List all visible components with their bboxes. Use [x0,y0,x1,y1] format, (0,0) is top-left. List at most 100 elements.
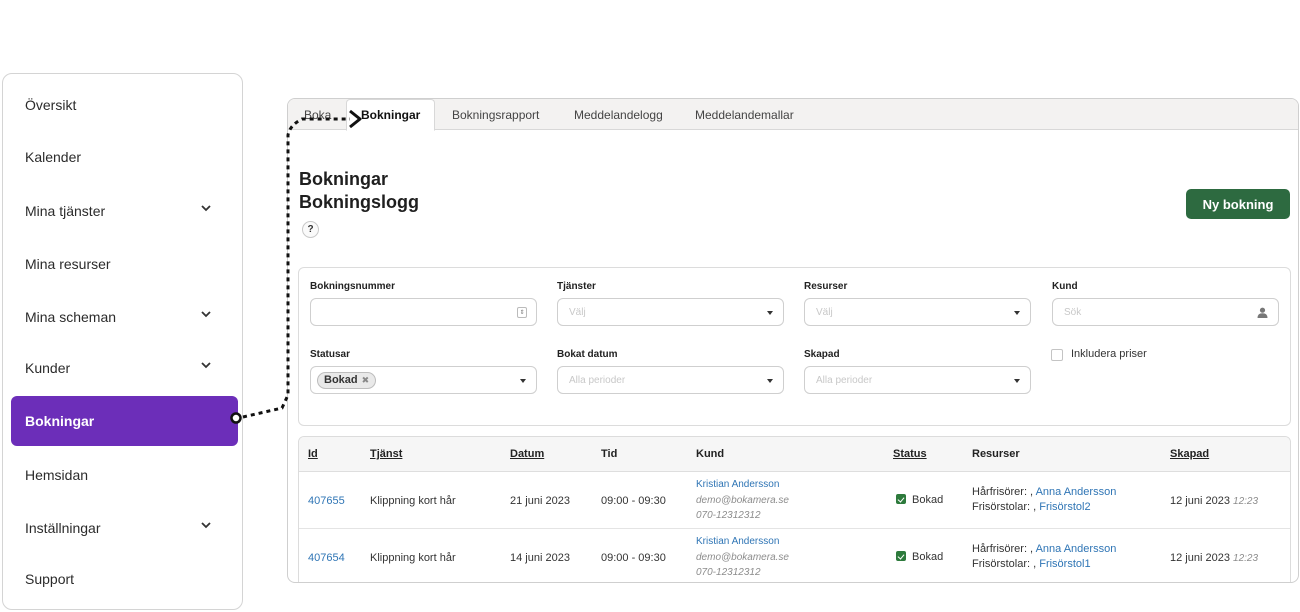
sidebar-item-bokningar[interactable]: Bokningar [11,396,238,446]
booked-date-label: Bokat datum [557,349,618,360]
created-cell: 12 juni 2023 12:23 [1170,552,1258,564]
col-service[interactable]: Tjänst [370,448,402,460]
tab-bokningar[interactable]: Bokningar [346,99,436,131]
caret-down-icon [520,379,526,383]
resources-label: Resurser [804,281,848,292]
sidebar-item-label: Kalender [25,149,82,165]
tab-meddelandemallar[interactable]: Meddelandemallar [693,99,796,130]
number-spinner-icon[interactable]: ⇕ [517,307,527,318]
customer-label: Kund [1052,281,1078,292]
statuses-select[interactable]: Bokad ✖ [310,366,537,394]
resource-type-label: Hårfrisörer: , [972,543,1036,555]
caret-down-icon [767,311,773,315]
customer-email: demo@bokamera.se [696,495,789,506]
help-icon[interactable]: ? [302,221,319,238]
created-date: 12 juni 2023 [1170,552,1230,564]
customer-name-link[interactable]: Kristian Andersson [696,479,779,490]
resources-line-2: Frisörstolar: , Frisörstol1 [972,558,1091,570]
statuses-label: Statusar [310,349,351,360]
user-icon [1257,307,1268,318]
services-select[interactable]: Välj [557,298,784,326]
sidebar-item-label: Bokningar [25,413,95,429]
col-id[interactable]: Id [308,448,318,460]
sidebar: Översikt Kalender Mina tjänster Mina res… [2,73,243,610]
col-date[interactable]: Datum [510,448,544,460]
created-placeholder: Alla perioder [816,374,873,386]
status-chip[interactable]: Bokad ✖ [317,371,377,389]
resource-link[interactable]: Frisörstol2 [1039,501,1090,513]
include-prices-label: Inkludera priser [1071,348,1147,360]
resource-link[interactable]: Frisörstol1 [1039,558,1090,570]
resource-link[interactable]: Anna Andersson [1036,543,1117,555]
resource-type-label: Frisörstolar: , [972,501,1040,513]
chevron-down-icon [201,311,211,318]
sidebar-item-hemsidan[interactable]: Hemsidan [11,450,238,500]
status-cell: Bokad [896,494,943,506]
booked-date-placeholder: Alla perioder [569,374,626,386]
booking-id-link[interactable]: 407654 [308,552,345,564]
resources-select[interactable]: Välj [804,298,1031,326]
tab-bar: Boka Bokningar Bokningsrapport Meddeland… [288,99,1298,131]
booking-id-link[interactable]: 407655 [308,495,345,507]
sidebar-item-label: Inställningar [25,520,101,536]
date-cell: 21 juni 2023 [510,495,570,507]
sidebar-item-label: Kunder [25,360,71,376]
new-booking-button[interactable]: Ny bokning [1186,189,1290,219]
chip-remove-icon[interactable]: ✖ [362,375,370,386]
bookings-table: Id Tjänst Datum Tid Kund Status Resurser… [298,436,1291,582]
sidebar-item-label: Support [25,571,75,587]
sidebar-item-label: Hemsidan [25,467,89,483]
created-date: 12 juni 2023 [1170,495,1230,507]
col-status[interactable]: Status [893,448,927,460]
sidebar-item-label: Mina resurser [25,256,111,272]
service-cell: Klippning kort hår [370,552,456,564]
sidebar-item-kunder[interactable]: Kunder [11,343,238,393]
caret-down-icon [1014,311,1020,315]
sidebar-item-oversikt[interactable]: Översikt [11,80,238,130]
col-customer: Kund [696,448,725,460]
status-text: Bokad [912,494,944,506]
customer-email: demo@bokamera.se [696,552,789,563]
customer-search-input[interactable]: Sök [1052,298,1279,326]
sidebar-item-label: Mina tjänster [25,203,106,219]
resources-line-1: Hårfrisörer: , Anna Andersson [972,543,1116,555]
chevron-down-icon [201,522,211,529]
page-subtitle: Bokningslogg [299,192,419,212]
sidebar-item-mina-tjanster[interactable]: Mina tjänster [11,186,238,236]
col-resources: Resurser [972,448,1020,460]
sidebar-item-label: Översikt [25,97,77,113]
created-time: 12:23 [1233,553,1259,564]
time-cell: 09:00 - 09:30 [601,495,666,507]
resource-link[interactable]: Anna Andersson [1036,486,1117,498]
bookings-panel: Boka Bokningar Bokningsrapport Meddeland… [287,98,1299,583]
include-prices-checkbox[interactable] [1051,349,1063,361]
sidebar-item-mina-scheman[interactable]: Mina scheman [11,292,238,342]
tab-meddelandelogg[interactable]: Meddelandelogg [572,99,665,130]
sidebar-item-support[interactable]: Support [11,554,238,604]
status-chip-label: Bokad [324,374,358,386]
booking-number-label: Bokningsnummer [310,281,396,292]
tab-boka[interactable]: Boka [302,99,333,130]
caret-down-icon [767,379,773,383]
date-cell: 14 juni 2023 [510,552,570,564]
sidebar-item-kalender[interactable]: Kalender [11,132,238,182]
page-title: Bokningar [299,169,389,189]
col-created[interactable]: Skapad [1170,448,1209,460]
created-label: Skapad [804,349,840,360]
sidebar-item-installningar[interactable]: Inställningar [11,503,238,553]
calendar-check-icon [896,494,906,504]
sidebar-item-mina-resurser[interactable]: Mina resurser [11,239,238,289]
customer-name-link[interactable]: Kristian Andersson [696,536,779,547]
created-cell: 12 juni 2023 12:23 [1170,495,1258,507]
created-select[interactable]: Alla perioder [804,366,1031,394]
booking-number-input[interactable]: ⇕ [310,298,537,326]
table-row[interactable]: 407655 Klippning kort hår 21 juni 2023 0… [299,472,1290,529]
resource-type-label: Frisörstolar: , [972,558,1040,570]
time-cell: 09:00 - 09:30 [601,552,666,564]
table-row[interactable]: 407654 Klippning kort hår 14 juni 2023 0… [299,529,1290,582]
resources-line-2: Frisörstolar: , Frisörstol2 [972,501,1091,513]
booked-date-select[interactable]: Alla perioder [557,366,784,394]
service-cell: Klippning kort hår [370,495,456,507]
services-placeholder: Välj [569,306,586,318]
tab-bokningsrapport[interactable]: Bokningsrapport [450,99,541,130]
